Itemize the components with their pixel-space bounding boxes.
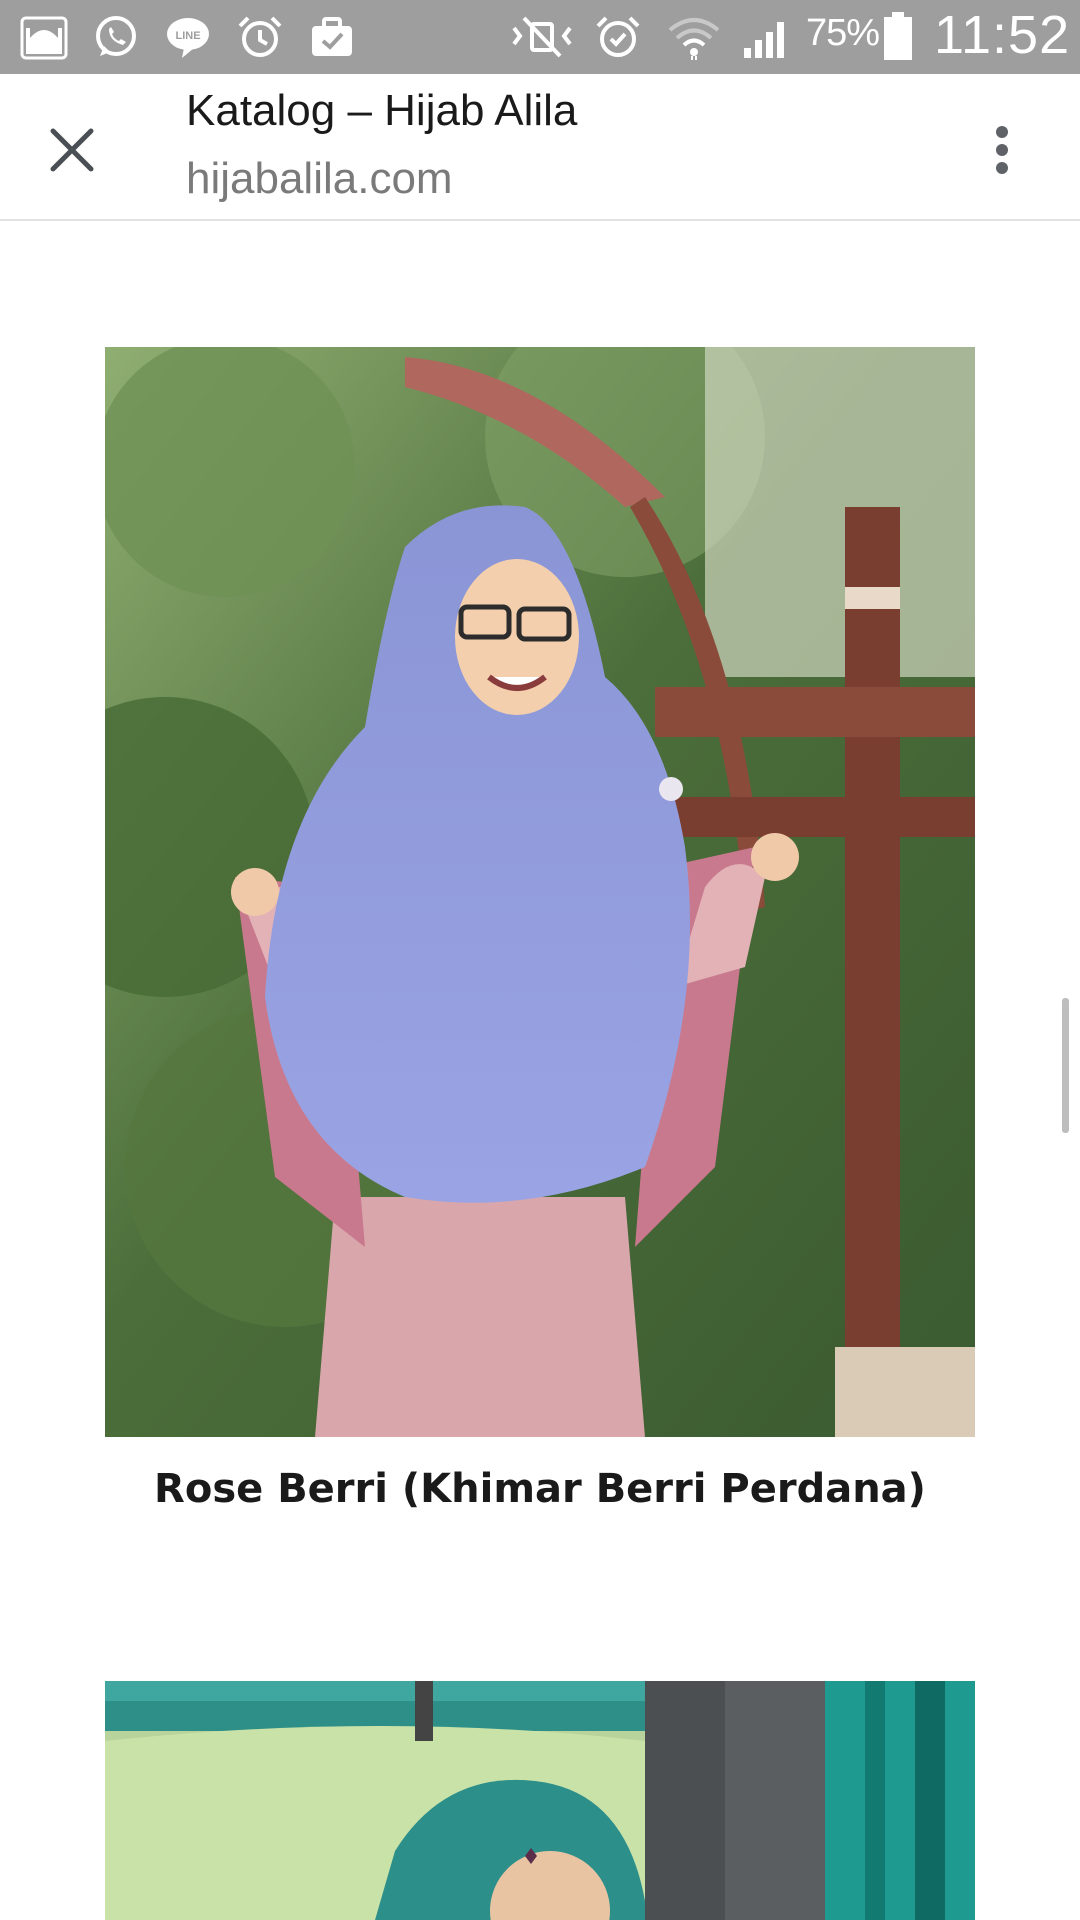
- wifi-icon: [668, 18, 720, 60]
- more-vert-icon[interactable]: [980, 114, 1024, 186]
- battery-percent: 75%: [806, 12, 880, 54]
- whatsapp-icon: [96, 16, 136, 56]
- product-photo[interactable]: [105, 1681, 975, 1920]
- battery-icon: [884, 12, 912, 60]
- mute-icon: [512, 16, 572, 58]
- page-content[interactable]: Rose Berri (Khimar Berri Perdana): [0, 221, 1080, 1920]
- mosque-app-icon: [20, 16, 68, 60]
- line-icon: LINE: [167, 18, 209, 58]
- page-url[interactable]: hijabalila.com: [186, 154, 453, 204]
- alarm-icon: [596, 16, 640, 57]
- scrollbar-thumb[interactable]: [1062, 998, 1069, 1133]
- product-name: Rose Berri (Khimar Berri Perdana): [154, 1466, 926, 1512]
- svg-text:LINE: LINE: [175, 30, 200, 42]
- briefcase-check-icon: [312, 17, 352, 56]
- signal-icon: [744, 22, 784, 58]
- status-bar: LINE 75% 11:52: [0, 0, 1080, 74]
- custom-tab-toolbar: Katalog – Hijab Alila hijabalila.com: [0, 74, 1080, 221]
- page-title: Katalog – Hijab Alila: [186, 86, 578, 135]
- alarm-icon: [238, 16, 282, 57]
- close-icon[interactable]: [36, 114, 108, 186]
- product-photo[interactable]: [105, 347, 975, 1437]
- clock: 11:52: [934, 5, 1071, 65]
